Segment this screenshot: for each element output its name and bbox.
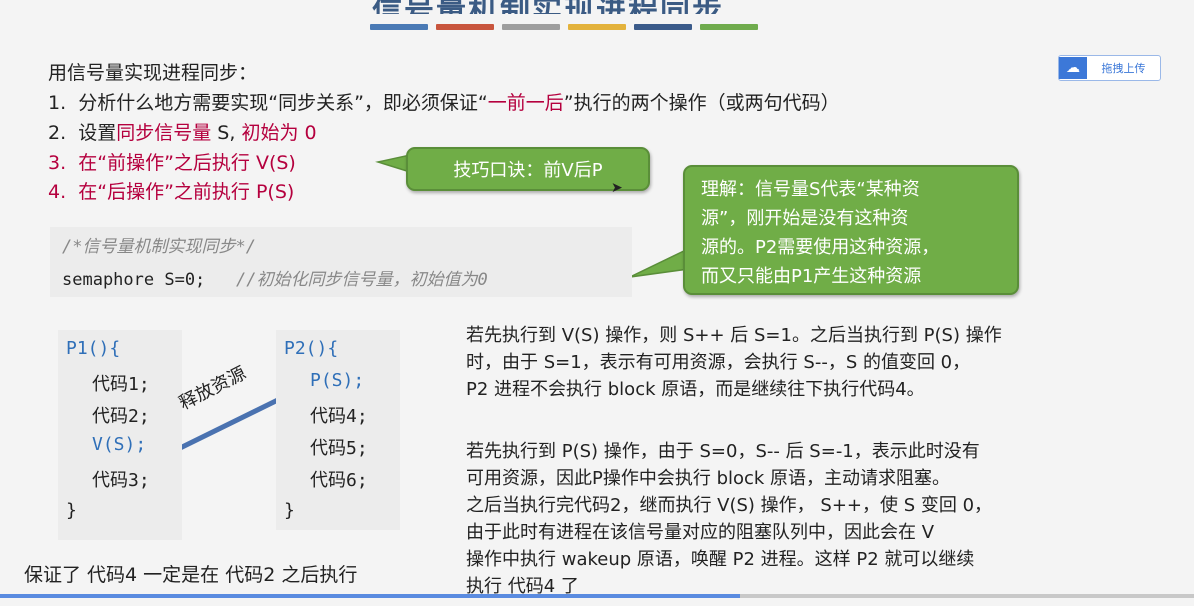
code-block: /*信号量机制实现同步*/ semaphore S=0; //初始化同步信号量，… [50,227,632,297]
mouse-cursor-icon: ➤ [611,180,623,196]
process-p2-code: P2(){ P(S); 代码4; 代码5; 代码6; } [276,330,400,530]
video-progress-fill [0,594,741,598]
explanation-paragraph-2: 若先执行到 P(S) 操作，由于 S=0，S-- 后 S=-1，表示此时没有 可… [466,441,993,597]
explanation-paragraph-1: 若先执行到 V(S) 操作，则 S++ 后 S=1。之后当执行到 P(S) 操作… [466,325,1002,400]
code-declaration: semaphore S=0; //初始化同步信号量，初始值为0 [62,270,488,290]
conclusion-note: 保证了 代码4 一定是在 代码2 之后执行 [24,564,358,586]
process-p1-code: P1(){ 代码1; 代码2; V(S); 代码3; } [58,330,182,540]
video-progress-bar[interactable] [0,594,1194,598]
explain-callout: 理解：信号量S代表“某种资 源”，刚开始是没有这种资 源的。P2需要使用这种资源… [683,165,1019,295]
code-comment: /*信号量机制实现同步*/ [62,237,256,257]
